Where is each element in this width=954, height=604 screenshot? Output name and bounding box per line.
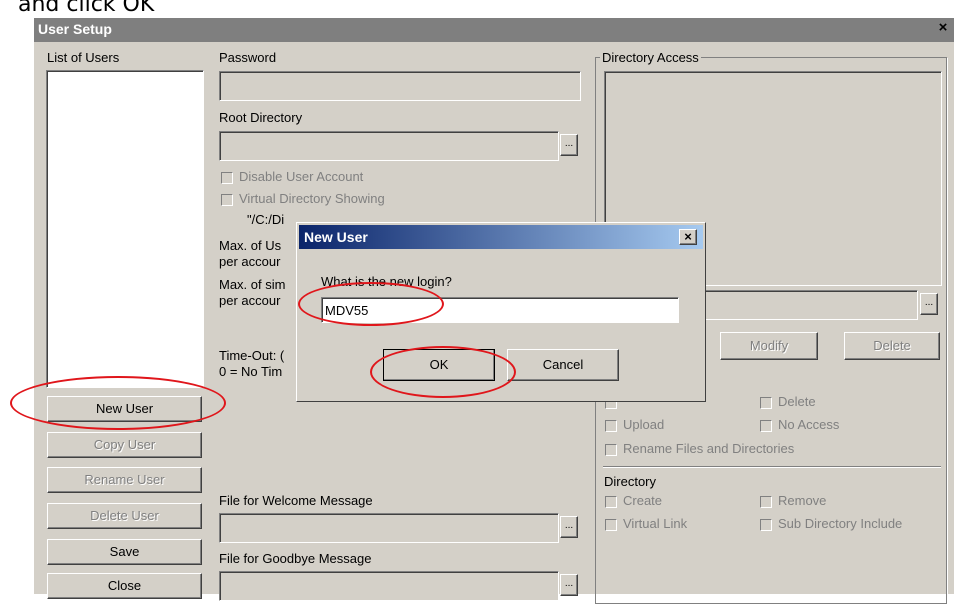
checkbox-icon[interactable]: [760, 397, 772, 409]
browse-welcome-ellipsis-icon[interactable]: ...: [560, 516, 578, 538]
highlight-ring-ok: [370, 346, 516, 398]
checkbox-icon[interactable]: [221, 194, 233, 206]
list-of-users-label: List of Users: [47, 50, 120, 65]
close-button[interactable]: Close: [47, 573, 202, 599]
modify-button[interactable]: Modify: [720, 332, 818, 360]
checkbox-icon[interactable]: [760, 519, 772, 531]
root-directory-input[interactable]: [219, 131, 559, 161]
virtual-path-label: "/C:/Di: [247, 212, 285, 227]
cancel-button[interactable]: Cancel: [507, 349, 619, 381]
delete-user-button[interactable]: Delete User: [47, 503, 202, 529]
disable-account-label: Disable User Account: [239, 169, 364, 184]
dialog-title: New User: [304, 229, 368, 245]
max-users-label: Max. of Us: [219, 238, 282, 253]
browse-directory-ellipsis-icon[interactable]: ...: [920, 293, 938, 315]
user-list[interactable]: [46, 70, 204, 388]
checkbox-icon[interactable]: [605, 519, 617, 531]
checkbox-icon[interactable]: [760, 420, 772, 432]
checkbox-icon[interactable]: [605, 444, 617, 456]
close-icon[interactable]: ×: [679, 229, 697, 245]
window-title: User Setup: [38, 21, 112, 37]
browse-root-ellipsis-icon[interactable]: ...: [560, 134, 578, 156]
max-simultaneous-label: Max. of sim: [219, 277, 286, 292]
directory-divider: [603, 466, 941, 467]
directory-section-label: Directory: [604, 474, 657, 489]
highlight-ring-new-user: [10, 376, 226, 430]
browse-goodbye-ellipsis-icon[interactable]: ...: [560, 574, 578, 596]
remove-perm-label: Remove: [778, 493, 827, 508]
save-button[interactable]: Save: [47, 539, 202, 565]
checkbox-icon[interactable]: [221, 172, 233, 184]
root-directory-label: Root Directory: [219, 110, 303, 125]
welcome-message-label: File for Welcome Message: [219, 493, 373, 508]
password-input[interactable]: [219, 71, 581, 101]
per-account-label-2: per accour: [219, 293, 281, 308]
goodbye-message-label: File for Goodbye Message: [219, 551, 372, 566]
directory-access-label: Directory Access: [600, 50, 701, 65]
dialog-titlebar: New User ×: [299, 225, 703, 249]
per-account-label: per accour: [219, 254, 281, 269]
no-timeout-label: 0 = No Tim: [219, 364, 283, 379]
highlight-ring-login: [298, 282, 444, 326]
checkbox-icon[interactable]: [760, 496, 772, 508]
password-label: Password: [219, 50, 277, 65]
instruction-caption: and click OK: [18, 0, 155, 17]
virtual-link-perm-label: Virtual Link: [623, 516, 688, 531]
delete-directory-button[interactable]: Delete: [844, 332, 940, 360]
rename-user-button[interactable]: Rename User: [47, 467, 202, 493]
checkbox-icon[interactable]: [605, 420, 617, 432]
sub-dir-perm-label: Sub Directory Include: [778, 516, 903, 531]
welcome-file-input[interactable]: [219, 513, 559, 543]
delete-perm-label: Delete: [778, 394, 816, 409]
close-icon[interactable]: ×: [934, 19, 952, 39]
no-access-perm-label: No Access: [778, 417, 840, 432]
rename-perm-label: Rename Files and Directories: [623, 441, 795, 456]
checkbox-icon[interactable]: [605, 496, 617, 508]
timeout-label: Time-Out: (: [219, 348, 285, 363]
window-titlebar: User Setup ×: [34, 18, 954, 42]
virtual-dir-showing-label: Virtual Directory Showing: [239, 191, 385, 206]
goodbye-file-input[interactable]: [219, 571, 559, 601]
create-perm-label: Create: [623, 493, 663, 508]
copy-user-button[interactable]: Copy User: [47, 432, 202, 458]
upload-perm-label: Upload: [623, 417, 665, 432]
